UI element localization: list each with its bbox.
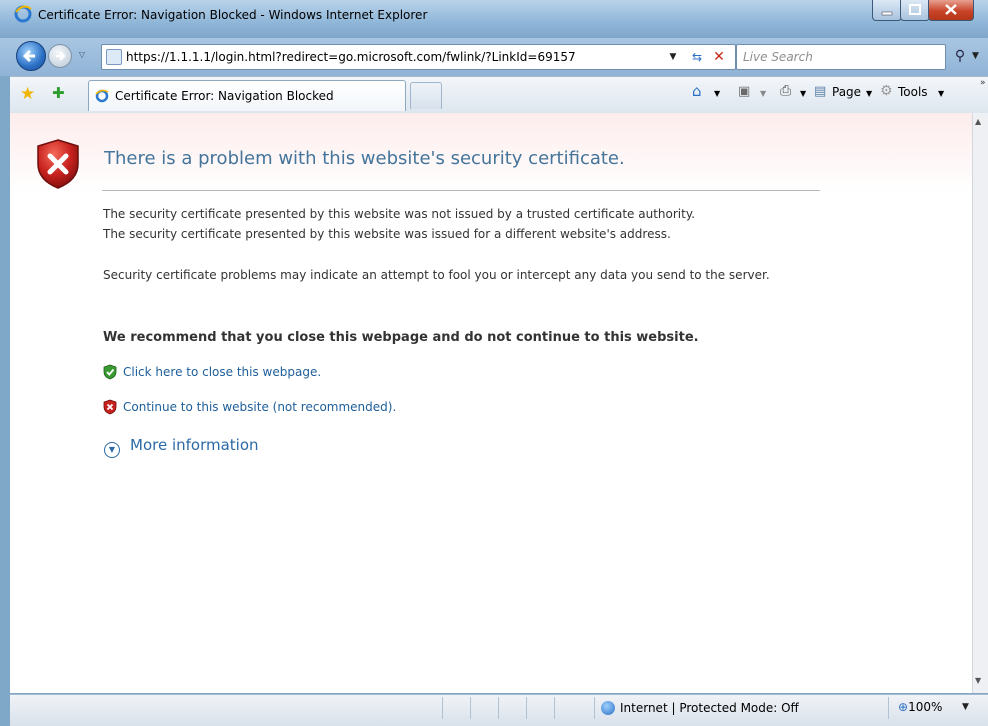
continue-website-label: Continue to this website (not recommende… (123, 400, 397, 414)
add-favorites-icon[interactable]: ✚ (52, 84, 65, 102)
internet-globe-icon (601, 701, 615, 715)
favorites-star-icon[interactable]: ★ (20, 84, 35, 104)
expand-chevron-icon: ▼ (104, 442, 120, 458)
zoom-level[interactable]: ⊕100% (898, 700, 942, 714)
more-information-label: More information (130, 436, 259, 454)
more-commands-chevron-icon[interactable]: » (980, 78, 986, 88)
page-title: There is a problem with this website's s… (104, 148, 625, 169)
back-button[interactable] (16, 41, 46, 71)
address-url[interactable]: https://1.1.1.1/login.html?redirect=go.m… (126, 50, 576, 64)
refresh-icon[interactable]: ⇆ (687, 47, 707, 67)
maximize-button[interactable] (900, 0, 930, 21)
maximize-icon (909, 4, 921, 15)
page-menu[interactable]: Page (832, 85, 861, 99)
tools-gear-icon: ⚙ (880, 83, 893, 99)
status-divider (526, 697, 527, 719)
tools-dropdown-icon[interactable]: ▼ (938, 89, 944, 98)
window-title: Certificate Error: Navigation Blocked - … (38, 8, 428, 22)
error-shield-icon (37, 139, 79, 189)
search-placeholder: Live Search (743, 50, 813, 64)
window-controls (872, 0, 980, 22)
status-divider (554, 697, 555, 719)
scroll-down-icon[interactable]: ▼ (975, 676, 981, 685)
issuer-warning-text: The security certificate presented by th… (103, 207, 696, 221)
status-divider (498, 697, 499, 719)
tools-menu[interactable]: Tools (898, 85, 928, 99)
address-dropdown-icon[interactable]: ▼ (667, 49, 679, 65)
status-divider (888, 697, 889, 719)
more-information-toggle[interactable]: ▼ More information (104, 436, 259, 458)
close-window-button[interactable] (928, 0, 974, 21)
forward-button[interactable] (48, 44, 72, 68)
stop-icon[interactable]: ✕ (709, 47, 729, 67)
page-dropdown-icon[interactable]: ▼ (866, 89, 872, 98)
home-icon[interactable]: ⌂ (692, 82, 702, 100)
search-icon[interactable]: ⚲ (950, 46, 970, 66)
divider (102, 190, 820, 191)
vertical-scrollbar[interactable]: ▲ ▼ (972, 113, 988, 693)
zoom-magnifier-icon: ⊕ (898, 700, 909, 714)
continue-website-link[interactable]: Continue to this website (not recommende… (103, 399, 396, 415)
print-icon[interactable]: ⎙ (780, 83, 791, 99)
ie-tab-icon (95, 89, 109, 103)
close-webpage-link[interactable]: Click here to close this webpage. (103, 364, 321, 380)
forward-arrow-icon (56, 51, 66, 61)
zoom-dropdown-icon[interactable]: ▼ (962, 702, 969, 712)
address-bar[interactable]: https://1.1.1.1/login.html?redirect=go.m… (101, 44, 736, 70)
page-icon (106, 49, 122, 65)
feeds-dropdown-icon[interactable]: ▼ (760, 89, 766, 98)
status-divider (442, 697, 443, 719)
back-arrow-icon (22, 49, 35, 63)
fraud-warning-text: Security certificate problems may indica… (103, 268, 770, 282)
red-shield-x-icon (103, 399, 117, 415)
search-input[interactable]: Live Search (736, 44, 946, 70)
security-zone-status[interactable]: Internet | Protected Mode: Off (620, 701, 799, 715)
minimize-icon (881, 11, 893, 16)
address-mismatch-text: The security certificate presented by th… (103, 227, 671, 241)
close-webpage-label: Click here to close this webpage. (123, 365, 322, 379)
search-options-dropdown-icon[interactable]: ▼ (972, 48, 984, 64)
tab-label: Certificate Error: Navigation Blocked (115, 89, 334, 103)
history-dropdown-icon[interactable]: ▽ (76, 49, 88, 61)
status-bar (10, 694, 988, 726)
print-dropdown-icon[interactable]: ▼ (800, 89, 806, 98)
status-divider (594, 697, 595, 719)
zoom-value: 100% (908, 700, 943, 714)
status-divider (470, 697, 471, 719)
close-icon (945, 4, 957, 15)
scroll-up-icon[interactable]: ▲ (975, 117, 981, 126)
new-tab-button[interactable] (410, 82, 442, 109)
green-shield-check-icon (103, 364, 117, 380)
home-dropdown-icon[interactable]: ▼ (714, 89, 720, 98)
page-icon: ▤ (814, 84, 827, 99)
feeds-icon[interactable]: ▣ (738, 84, 750, 99)
recommendation-text: We recommend that you close this webpage… (103, 330, 699, 345)
ie-logo-icon (14, 5, 32, 23)
tab-certificate-error[interactable]: Certificate Error: Navigation Blocked (88, 80, 406, 111)
minimize-button[interactable] (872, 0, 902, 21)
